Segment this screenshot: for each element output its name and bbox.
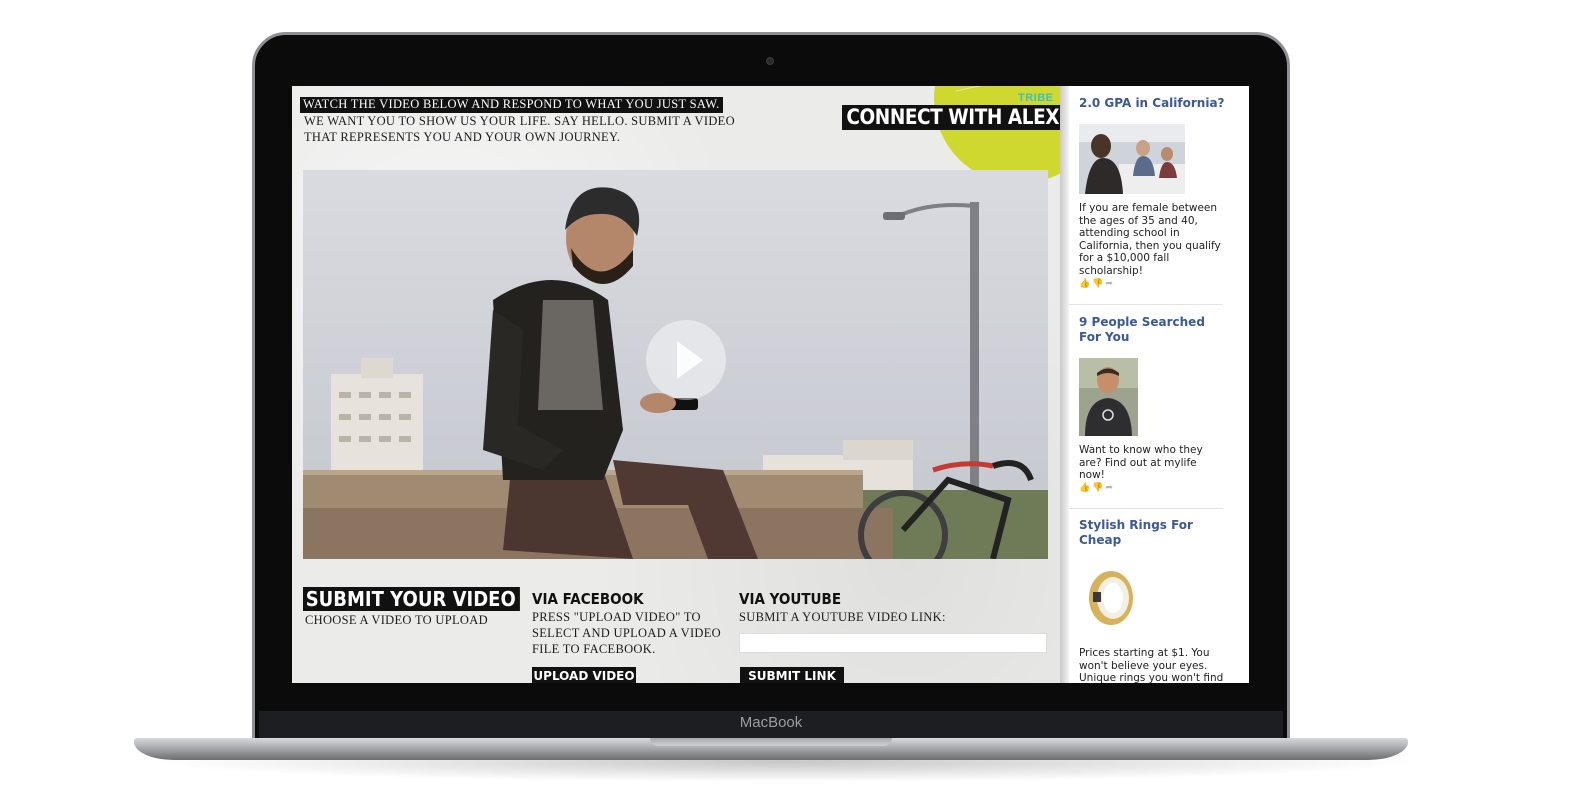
ad-image[interactable]: [1079, 358, 1138, 436]
tribe-logo: TRIBE: [1018, 92, 1054, 104]
ad-title-link[interactable]: Stylish Rings For Cheap: [1079, 518, 1229, 548]
ad-body-text: Want to know who they are? Find out at m…: [1079, 444, 1203, 482]
screen: WATCH THE VIDEO BELOW AND RESPOND TO WHA…: [292, 86, 1249, 683]
intro-text-line: WE WANT YOU TO SHOW US YOUR LIFE. SAY HE…: [304, 114, 735, 128]
webcam-icon: [766, 57, 774, 65]
youtube-instructions: SUBMIT A YOUTUBE VIDEO LINK:: [739, 610, 946, 624]
via-facebook-heading: VIA FACEBOOK: [532, 590, 644, 608]
ad-separator: [1069, 304, 1223, 305]
play-icon[interactable]: [646, 320, 726, 400]
campaign-panel: WATCH THE VIDEO BELOW AND RESPOND TO WHA…: [292, 86, 1060, 683]
intro-text-line: THAT REPRESENTS YOU AND YOUR OWN JOURNEY…: [304, 130, 621, 144]
intro-highlight-text: WATCH THE VIDEO BELOW AND RESPOND TO WHA…: [300, 97, 723, 113]
panel-divider: [1060, 86, 1069, 683]
ad-image[interactable]: [1079, 124, 1185, 194]
upload-video-button[interactable]: UPLOAD VIDEO: [532, 667, 636, 683]
via-youtube-heading: VIA YOUTUBE: [739, 590, 842, 608]
ad-title-link[interactable]: 9 People Searched For You: [1079, 315, 1229, 345]
laptop-base-notch: [650, 738, 892, 746]
ad-feedback-icons[interactable]: 👍👎➦: [1079, 279, 1115, 289]
ad-body-text: If you are female between the ages of 35…: [1079, 202, 1221, 277]
ad-title-link[interactable]: 2.0 GPA in California?: [1079, 96, 1229, 111]
ad-image[interactable]: [1079, 564, 1139, 630]
youtube-link-input[interactable]: [739, 633, 1047, 653]
ad-feedback-icons[interactable]: 👍👎➦: [1079, 483, 1115, 493]
submit-video-subtitle: CHOOSE A VIDEO TO UPLOAD: [305, 613, 488, 627]
ads-sidebar: 2.0 GPA in California? If you are female…: [1069, 86, 1249, 683]
submit-link-button[interactable]: SUBMIT LINK: [740, 667, 844, 683]
video-player[interactable]: [303, 170, 1048, 559]
ad-body-text: Prices starting at $1. You won't believe…: [1079, 647, 1224, 683]
facebook-instructions-line: PRESS "UPLOAD VIDEO" TO: [532, 610, 701, 624]
facebook-instructions-line: SELECT AND UPLOAD A VIDEO: [532, 626, 721, 640]
page-title: CONNECT WITH ALEX: [842, 105, 1060, 130]
ad-separator: [1069, 508, 1223, 509]
device-label: MacBook: [739, 714, 803, 731]
facebook-instructions-line: FILE TO FACEBOOK.: [532, 642, 656, 656]
submit-video-heading: SUBMIT YOUR VIDEO: [303, 587, 521, 611]
